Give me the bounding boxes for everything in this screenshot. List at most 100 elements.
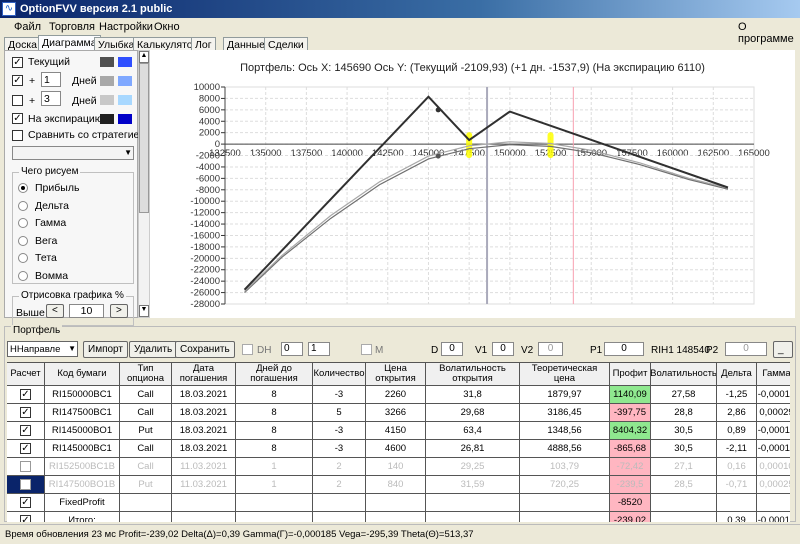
table-cell[interactable]: -397,75 [610,404,651,422]
plus3-color-swatch-alt[interactable] [118,95,132,105]
more-button[interactable]: _ [773,341,793,358]
table-cell[interactable]: RI147500BC1 [45,404,120,422]
table-cell[interactable]: RI150000BC1 [45,386,120,404]
row-calc-checkbox[interactable]: ✓ [20,425,31,436]
table-cell[interactable]: 4150 [366,422,426,440]
tab-board[interactable]: Доска [4,37,41,51]
menu-window[interactable]: Окно [154,21,180,33]
table-cell[interactable]: 840 [366,476,426,494]
compare-checkbox[interactable] [12,130,23,141]
radio-0[interactable] [18,183,28,193]
column-header[interactable]: Гамма [757,362,790,386]
column-header[interactable]: Волатильность открытия [426,362,520,386]
table-cell[interactable]: -2,11 [717,440,757,458]
spin1[interactable]: 0 [281,342,303,356]
row-calc-checkbox[interactable]: ✓ [20,407,31,418]
decrease-button[interactable]: < [46,304,64,318]
table-cell[interactable]: 1 [236,476,313,494]
table-cell[interactable] [313,494,366,512]
column-header[interactable]: Цена открытия [366,362,426,386]
radio-4[interactable] [18,253,28,263]
table-cell[interactable]: Call [120,386,172,404]
plus3-color-swatch[interactable] [100,95,114,105]
plus1-days-input[interactable]: 1 [41,72,61,87]
row-calc-checkbox[interactable] [20,461,31,472]
table-cell[interactable]: -239,5 [610,476,651,494]
column-header[interactable]: Профит [610,362,651,386]
table-cell[interactable]: -0,00014 [757,422,790,440]
plus3-checkbox[interactable] [12,95,23,106]
table-cell[interactable]: 2 [313,476,366,494]
increase-button[interactable]: > [110,304,128,318]
radio-5[interactable] [18,270,28,281]
plus1-color-swatch-alt[interactable] [118,76,132,86]
scroll-up-icon[interactable]: ▲ [139,51,149,63]
row-calc-checkbox[interactable]: ✓ [20,389,31,400]
menu-file[interactable]: Файл [14,21,41,33]
table-cell[interactable]: RI145000BO1 [45,422,120,440]
table-cell[interactable] [236,512,313,522]
table-cell[interactable]: 140 [366,458,426,476]
table-cell[interactable]: -0,00018 [757,512,790,522]
table-cell[interactable]: 29,68 [426,404,520,422]
save-button[interactable]: Сохранить [175,341,235,358]
table-cell[interactable] [520,494,610,512]
row-calc-checkbox[interactable]: ✓ [20,515,31,522]
table-cell[interactable] [120,494,172,512]
dh-checkbox[interactable] [242,344,253,355]
table-cell[interactable]: 4888,56 [520,440,610,458]
table-cell[interactable]: Put [120,422,172,440]
table-cell[interactable]: -8520 [610,494,651,512]
table-cell[interactable]: 18.03.2021 [172,422,236,440]
table-cell[interactable]: -3 [313,386,366,404]
column-header[interactable]: Дней до погашения [236,362,313,386]
column-header[interactable]: Теоретическая цена [520,362,610,386]
v1-input[interactable]: 0 [492,342,514,356]
m-checkbox[interactable] [361,344,372,355]
table-cell[interactable]: -72,42 [610,458,651,476]
table-cell[interactable] [717,494,757,512]
radio-2[interactable] [18,218,28,228]
v2-input[interactable]: 0 [538,342,563,356]
table-cell[interactable]: 30,5 [651,422,717,440]
table-cell[interactable]: 11.03.2021 [172,458,236,476]
table-cell[interactable] [172,512,236,522]
table-cell[interactable]: RI147500BO1B [45,476,120,494]
column-header[interactable]: Дата погашения [172,362,236,386]
table-cell[interactable]: 3186,45 [520,404,610,422]
table-cell[interactable]: 18.03.2021 [172,440,236,458]
table-cell[interactable]: Put [120,476,172,494]
table-cell[interactable]: 29,25 [426,458,520,476]
delete-button[interactable]: Удалить [129,341,178,358]
table-cell[interactable]: -239,02 [610,512,651,522]
table-cell[interactable] [426,494,520,512]
plus3-days-input[interactable]: 3 [41,91,61,106]
tab-diagram[interactable]: Диаграмма [38,35,101,51]
table-cell[interactable] [651,494,717,512]
table-cell[interactable]: 30,5 [651,440,717,458]
row-calc-checkbox[interactable]: ✓ [20,497,31,508]
table-cell[interactable]: -0,00018 [757,386,790,404]
table-cell[interactable]: 28,8 [651,404,717,422]
table-cell[interactable] [426,512,520,522]
table-cell[interactable]: 720,25 [520,476,610,494]
table-cell[interactable]: -0,71 [717,476,757,494]
table-cell[interactable]: 27,58 [651,386,717,404]
table-cell[interactable]: 1 [236,458,313,476]
table-cell[interactable]: 0,89 [717,422,757,440]
scroll-down-icon[interactable]: ▼ [139,305,149,317]
plus1-color-swatch[interactable] [100,76,114,86]
table-cell[interactable]: RI145000BC1 [45,440,120,458]
table-cell[interactable]: 8 [236,404,313,422]
table-cell[interactable]: 103,79 [520,458,610,476]
left-panel-scrollbar[interactable]: ▲ ▼ [138,50,150,318]
table-cell[interactable] [520,512,610,522]
table-cell[interactable]: 8 [236,386,313,404]
plus1-checkbox[interactable]: ✓ [12,75,23,86]
table-cell[interactable] [120,512,172,522]
column-header[interactable]: Тип опциона [120,362,172,386]
table-cell[interactable]: 27,1 [651,458,717,476]
profit-chart[interactable]: Портфель: Ось X: 145690 Ось Y: (Текущий … [150,50,795,318]
menu-about[interactable]: О программе [738,21,800,45]
table-cell[interactable]: 4600 [366,440,426,458]
